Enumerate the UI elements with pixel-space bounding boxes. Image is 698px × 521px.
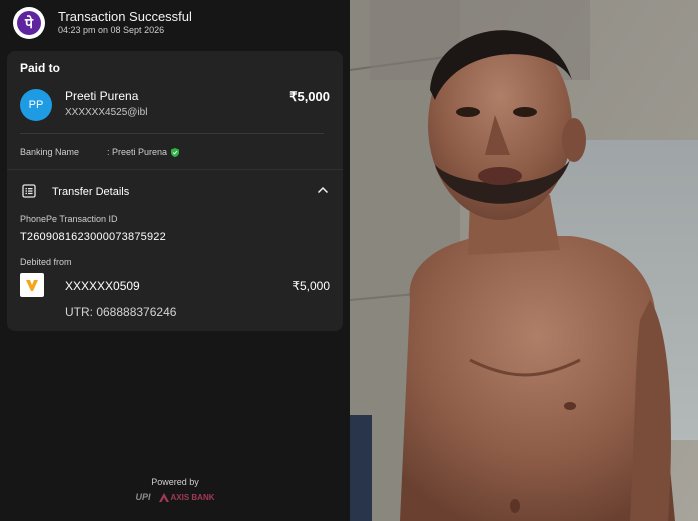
receipt-panel: पे Transaction Successful 04:23 pm on 08… (0, 0, 350, 521)
paid-amount: ₹5,000 (289, 89, 330, 104)
divider (20, 133, 324, 134)
transaction-card: Paid to PP Preeti Purena XXXXXX4525@ibl … (7, 51, 343, 331)
banking-name: : Preeti Purena (107, 147, 180, 157)
partner-logos: UPI AXIS BANK (0, 492, 350, 502)
transaction-id-label: PhonePe Transaction ID (20, 214, 118, 224)
transaction-id[interactable]: T2609081623000073875922 (20, 231, 166, 243)
debit-account-number: XXXXXX0509 (65, 279, 140, 293)
divider (7, 169, 343, 170)
timestamp: 04:23 pm on 08 Sept 2026 (58, 25, 165, 35)
photo-illustration (350, 0, 698, 521)
status-title: Transaction Successful (58, 9, 192, 24)
phonepe-logo-mark: पे (17, 11, 41, 35)
utr-number[interactable]: UTR: 068888376246 (65, 305, 176, 319)
upi-logo: UPI (135, 492, 151, 502)
transfer-details-toggle[interactable]: Transfer Details (52, 186, 129, 198)
powered-by-label: Powered by (151, 477, 199, 487)
person-photo (350, 0, 698, 521)
chevron-up-icon[interactable] (317, 185, 329, 195)
paid-to-label: Paid to (20, 61, 61, 75)
receipt-list-icon (22, 184, 36, 198)
debited-amount: ₹5,000 (292, 279, 330, 293)
bank-logo-icon (20, 273, 44, 297)
phonepe-logo: पे (13, 7, 45, 39)
payee-name: Preeti Purena (65, 89, 139, 103)
axis-bank-label: AXIS BANK (170, 492, 215, 502)
debited-from-label: Debited from (20, 257, 72, 267)
bank-emblem-icon (26, 280, 38, 291)
payee-avatar: PP (20, 89, 52, 121)
receipt-header: पे Transaction Successful 04:23 pm on 08… (0, 0, 350, 46)
verified-shield-icon (171, 147, 180, 157)
axis-bank-icon (158, 492, 169, 502)
screen: पे Transaction Successful 04:23 pm on 08… (0, 0, 698, 521)
axis-bank-logo: AXIS BANK (158, 492, 215, 502)
payee-upi-id: XXXXXX4525@ibl (65, 107, 148, 118)
banking-name-value: : Preeti Purena (107, 147, 168, 157)
banking-name-label: Banking Name (20, 147, 80, 157)
